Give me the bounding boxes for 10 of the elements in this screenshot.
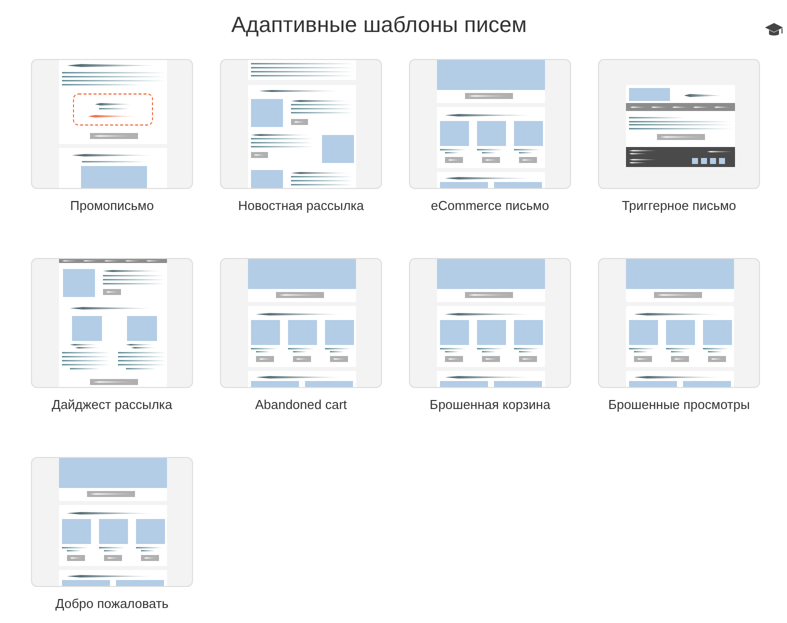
template-label: Дайджест рассылка [52,396,172,414]
template-label: Триггерное письмо [622,197,736,215]
template-label: Брошенные просмотры [608,396,750,414]
template-label: Добро пожаловать [55,595,169,613]
template-label: Abandoned cart [255,396,347,414]
template-label: Новостная рассылка [238,197,364,215]
template-label: eCommerce письмо [430,197,550,215]
page-title: Адаптивные шаблоны писем [230,11,528,36]
template-label: Промописьмо [70,197,154,215]
template-label: Брошенная корзина [430,396,550,414]
